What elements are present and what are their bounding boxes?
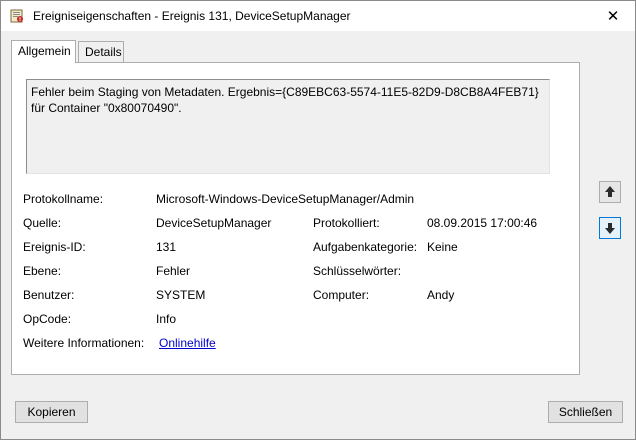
opcode-label: OpCode: bbox=[23, 312, 72, 326]
log-name-label: Protokollname: bbox=[23, 192, 104, 206]
level-label: Ebene: bbox=[23, 264, 62, 278]
task-category-label: Aufgabenkategorie: bbox=[313, 240, 418, 254]
event-id-value[interactable]: 131 bbox=[156, 240, 176, 254]
event-viewer-icon bbox=[10, 9, 23, 23]
online-help-link[interactable]: Onlinehilfe bbox=[159, 336, 216, 350]
computer-label: Computer: bbox=[313, 288, 370, 302]
level-value[interactable]: Fehler bbox=[156, 264, 190, 278]
close-icon: ✕ bbox=[606, 8, 620, 25]
user-value[interactable]: SYSTEM bbox=[156, 288, 205, 302]
close-button[interactable]: Schließen bbox=[548, 401, 623, 423]
close-window-button[interactable]: ✕ bbox=[591, 1, 635, 31]
tab-details[interactable]: Details bbox=[78, 41, 124, 62]
more-info-label: Weitere Informationen: bbox=[23, 336, 145, 350]
close-button-label: Schließen bbox=[558, 405, 613, 419]
source-label: Quelle: bbox=[23, 216, 62, 230]
task-category-value[interactable]: Keine bbox=[427, 240, 458, 254]
arrow-down-icon bbox=[605, 223, 615, 234]
opcode-value[interactable]: Info bbox=[156, 312, 176, 326]
previous-event-button[interactable] bbox=[599, 181, 621, 203]
tab-label: Allgemein bbox=[18, 44, 71, 58]
user-label: Benutzer: bbox=[23, 288, 75, 302]
source-value[interactable]: DeviceSetupManager bbox=[156, 216, 271, 230]
log-name-value[interactable]: Microsoft-Windows-DeviceSetupManager/Adm… bbox=[156, 192, 414, 206]
copy-button-label: Kopieren bbox=[27, 405, 76, 419]
title-bar[interactable]: Ereigniseigenschaften - Ereignis 131, De… bbox=[1, 1, 635, 31]
computer-value[interactable]: Andy bbox=[427, 288, 454, 302]
tab-label: Details bbox=[85, 45, 122, 59]
copy-button[interactable]: Kopieren bbox=[15, 401, 88, 423]
tab-allgemein[interactable]: Allgemein bbox=[11, 40, 76, 63]
event-description[interactable]: Fehler beim Staging von Metadaten. Ergeb… bbox=[26, 79, 550, 174]
event-properties-window: Ereigniseigenschaften - Ereignis 131, De… bbox=[0, 0, 636, 440]
event-id-label: Ereignis-ID: bbox=[23, 240, 86, 254]
next-event-button[interactable] bbox=[599, 217, 621, 239]
window-title: Ereigniseigenschaften - Ereignis 131, De… bbox=[33, 9, 351, 23]
arrow-up-icon bbox=[605, 186, 615, 197]
general-tab-panel: Fehler beim Staging von Metadaten. Ergeb… bbox=[11, 62, 580, 375]
keywords-label: Schlüsselwörter: bbox=[313, 264, 402, 278]
logged-label: Protokolliert: bbox=[313, 216, 380, 230]
logged-value[interactable]: 08.09.2015 17:00:46 bbox=[427, 216, 537, 230]
